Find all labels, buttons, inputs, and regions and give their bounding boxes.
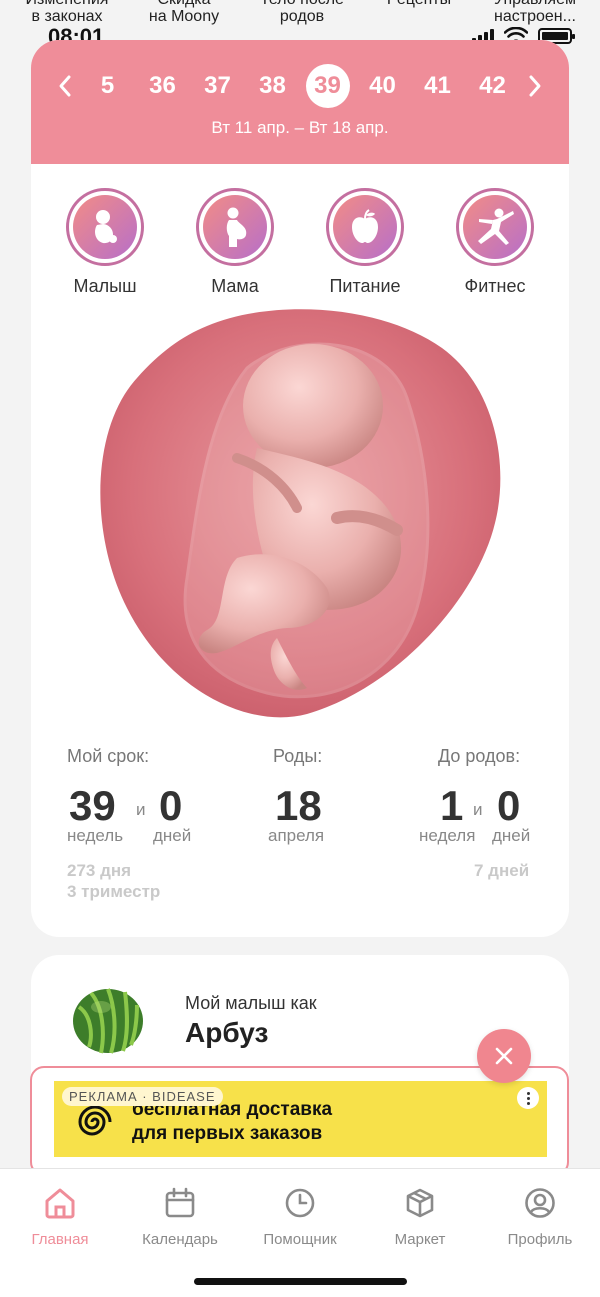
category-label: Питание	[329, 276, 401, 296]
until-birth-days-unit: дней	[492, 826, 531, 845]
tab-label: Профиль	[507, 1231, 573, 1248]
tab-calendar[interactable]: Календарь	[120, 1185, 240, 1248]
story-item[interactable]: Рецепты	[364, 0, 474, 8]
category-label: Малыш	[73, 276, 137, 296]
pregnant-mom-icon	[226, 207, 247, 247]
until-birth-title: До родов:	[438, 746, 521, 766]
ad-more-button[interactable]	[517, 1087, 539, 1109]
tab-home[interactable]: Главная	[0, 1185, 120, 1248]
my-term-days-unit: дней	[153, 826, 192, 845]
profile-icon	[525, 1188, 555, 1218]
week-selector: 5 36 37 38 39 40 41 42	[31, 64, 569, 108]
my-term-weeks-unit: недель	[67, 826, 124, 845]
birth-day: 18	[275, 782, 322, 829]
category-baby-button[interactable]: Малыш	[45, 188, 165, 297]
my-term-title: Мой срок:	[67, 746, 150, 766]
birth-month: апреля	[268, 826, 325, 845]
chevron-right-icon	[529, 75, 541, 97]
box-icon	[406, 1188, 434, 1218]
clock-icon	[285, 1188, 315, 1218]
my-term-days: 0	[159, 782, 183, 829]
fetus-illustration[interactable]	[97, 308, 505, 718]
category-mom-button[interactable]: Мама	[175, 188, 295, 297]
category-label: Мама	[211, 276, 259, 296]
ad-container: бесплатная доставка для первых заказов Р…	[30, 1066, 569, 1176]
week-header: 5 36 37 38 39 40 41 42 Вт 11 апр. – Вт 1…	[31, 40, 569, 164]
tab-label: Маркет	[394, 1231, 446, 1248]
baby-size-caption: Мой малыш как	[185, 993, 317, 1013]
tab-label: Помощник	[263, 1231, 337, 1248]
week-number[interactable]: 36	[141, 64, 185, 108]
story-item[interactable]: Управляемнастроен...	[480, 0, 590, 25]
tab-label: Главная	[31, 1231, 89, 1248]
week-number[interactable]: 37	[196, 64, 240, 108]
tab-assistant[interactable]: Помощник	[240, 1185, 360, 1248]
until-birth-weeks: 1	[440, 782, 464, 829]
chevron-left-icon	[59, 75, 71, 97]
category-nutrition-button[interactable]: Питание	[305, 188, 425, 297]
ad-banner[interactable]: бесплатная доставка для первых заказов Р…	[54, 1081, 547, 1157]
week-number-selected[interactable]: 39	[305, 64, 350, 108]
tab-profile[interactable]: Профиль	[480, 1185, 600, 1248]
ad-label: РЕКЛАМА · BIDEASE	[62, 1087, 223, 1106]
baby-size-fruit: Арбуз	[185, 1017, 269, 1048]
apple-icon	[352, 209, 378, 243]
my-term-total-days: 273 дня	[67, 861, 132, 880]
my-term-weeks: 39	[69, 782, 116, 829]
my-term-and: и	[136, 800, 146, 819]
watermelon-icon	[73, 988, 143, 1054]
close-ad-button[interactable]	[477, 1029, 531, 1083]
week-number[interactable]: 41	[416, 64, 460, 108]
week-number[interactable]: 5	[86, 64, 130, 108]
week-number[interactable]: 42	[471, 64, 515, 108]
tab-market[interactable]: Маркет	[360, 1185, 480, 1248]
until-birth-and: и	[473, 800, 483, 819]
ad-text-line2: для первых заказов	[132, 1123, 323, 1144]
birth-title: Роды:	[273, 746, 323, 766]
next-week-button[interactable]	[520, 64, 550, 108]
my-term-trimester: 3 триместр	[67, 882, 161, 901]
category-label: Фитнес	[464, 276, 526, 296]
prev-week-button[interactable]	[50, 64, 80, 108]
until-birth-total-days: 7 дней	[474, 861, 530, 880]
home-icon	[45, 1188, 75, 1219]
category-fitness-button[interactable]: Фитнес	[435, 188, 555, 297]
until-birth-days: 0	[497, 782, 521, 829]
fitness-icon	[478, 208, 514, 245]
week-number[interactable]: 38	[251, 64, 295, 108]
home-indicator	[194, 1278, 407, 1285]
week-number[interactable]: 40	[361, 64, 405, 108]
until-birth-weeks-unit: неделя	[419, 826, 476, 845]
week-date-range: Вт 11 апр. – Вт 18 апр.	[211, 118, 389, 137]
story-item[interactable]: Тело послеродов	[247, 0, 357, 25]
pregnancy-week-card: 5 36 37 38 39 40 41 42 Вт 11 апр. – Вт 1…	[31, 40, 569, 937]
category-row: Малыш Мама Питание Фитнес	[31, 188, 569, 298]
story-item[interactable]: Скидкана Moony	[129, 0, 239, 25]
spiral-logo-icon	[78, 1105, 112, 1136]
pregnancy-stats: Мой срок: 39 и 0 недель дней 273 дня 3 т…	[31, 746, 569, 916]
tab-label: Календарь	[142, 1231, 218, 1248]
baby-icon	[95, 210, 117, 244]
story-item[interactable]: Измененияв законах	[12, 0, 122, 25]
calendar-icon	[165, 1187, 195, 1218]
close-icon	[495, 1047, 513, 1065]
